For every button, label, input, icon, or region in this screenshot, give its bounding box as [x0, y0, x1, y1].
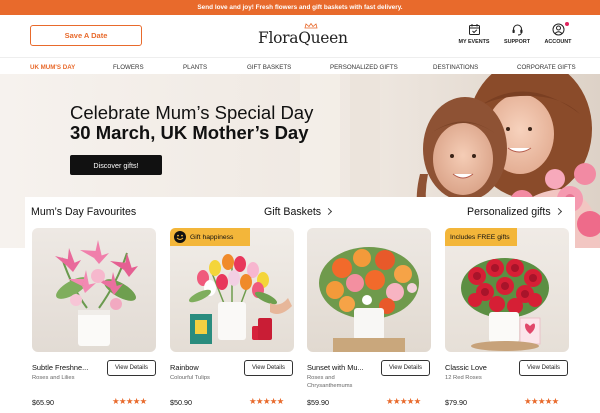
red-roses-illustration — [461, 258, 549, 351]
rating-stars: ★★★★★ — [249, 396, 284, 406]
notification-dot — [565, 22, 569, 26]
nav-uk-mums-day[interactable]: UK MUM'S DAY — [30, 64, 75, 71]
product-price: $59.90 — [307, 398, 329, 407]
rating-stars: ★★★★★ — [524, 396, 559, 406]
section-title: Mum’s Day Favourites — [31, 206, 137, 218]
product-image-sunset-with-mum[interactable] — [307, 228, 431, 352]
product-price: $65.90 — [32, 398, 54, 407]
product-price: $79.90 — [445, 398, 467, 407]
product-name[interactable]: Classic Love — [445, 363, 513, 372]
headset-icon — [512, 24, 522, 36]
account-label: ACCOUNT — [544, 39, 572, 45]
promo-bar: Send love and joy! Fresh flowers and gif… — [0, 0, 600, 15]
hero-heading-line2: 30 March, UK Mother’s Day — [70, 122, 309, 143]
view-details-button[interactable]: View Details — [519, 360, 568, 376]
product-name[interactable]: Subtle Freshne... — [32, 363, 100, 372]
product-name[interactable]: Rainbow — [170, 363, 238, 372]
nav-destinations[interactable]: DESTINATIONS — [433, 64, 478, 71]
my-events-link[interactable]: MY EVENTS — [454, 23, 494, 45]
my-events-label: MY EVENTS — [458, 39, 490, 45]
rating-stars: ★★★★★ — [112, 396, 147, 406]
section-title: Personalized gifts — [467, 206, 551, 218]
view-details-button[interactable]: View Details — [381, 360, 430, 376]
support-label: SUPPORT — [503, 39, 531, 45]
tulip-basket-illustration — [188, 254, 292, 344]
product-image-subtle-freshness[interactable] — [32, 228, 156, 352]
badge-text: Includes FREE gifts — [450, 233, 510, 241]
promo-text: Send love and joy! Fresh flowers and gif… — [197, 4, 403, 11]
chevron-right-icon — [325, 207, 333, 215]
nav-plants[interactable]: PLANTS — [183, 64, 207, 71]
calendar-icon — [468, 24, 480, 35]
save-a-date-button[interactable]: Save A Date — [30, 25, 142, 46]
badge-gift-happiness: Gift happiness — [170, 228, 250, 246]
section-personalized-gifts[interactable]: Personalized gifts — [467, 206, 562, 218]
product-price: $50.90 — [170, 398, 192, 407]
hero-heading-line1: Celebrate Mum’s Special Day — [70, 102, 314, 123]
support-link[interactable]: SUPPORT — [497, 23, 537, 45]
account-link[interactable]: ACCOUNT — [538, 22, 578, 45]
badge-text: Gift happiness — [190, 233, 234, 241]
product-image-classic-love[interactable] — [445, 228, 569, 352]
view-details-button[interactable]: View Details — [107, 360, 156, 376]
sunset-bouquet-illustration — [319, 247, 419, 352]
crown-icon — [304, 23, 318, 29]
section-title: Gift Baskets — [264, 206, 322, 218]
rating-stars: ★★★★★ — [386, 396, 421, 406]
product-subtitle: Roses and Lilies — [32, 375, 75, 381]
smiley-gift-icon — [174, 231, 186, 243]
nav-personalized-gifts[interactable]: PERSONALIZED GIFTS — [330, 64, 398, 71]
nav-corporate-gifts[interactable]: CORPORATE GIFTS — [517, 64, 576, 71]
product-subtitle: 12 Red Roses — [445, 375, 482, 381]
nav-flowers[interactable]: FLOWERS — [113, 64, 144, 71]
site-logo[interactable]: FloraQueen — [258, 29, 348, 47]
section-mums-day-favourites[interactable]: Mum’s Day Favourites — [31, 206, 136, 218]
product-subtitle: Roses and Chrysanthemums — [307, 375, 353, 389]
section-gift-baskets[interactable]: Gift Baskets — [264, 206, 333, 218]
view-details-button[interactable]: View Details — [244, 360, 293, 376]
chevron-right-icon — [554, 207, 562, 215]
user-icon — [552, 23, 564, 36]
lily-bouquet-illustration — [55, 240, 138, 346]
badge-includes-free-gifts: Includes FREE gifts — [445, 228, 517, 246]
product-name[interactable]: Sunset with Mu... — [307, 363, 375, 372]
nav-gift-baskets[interactable]: GIFT BASKETS — [247, 64, 291, 71]
product-image-rainbow[interactable] — [170, 228, 294, 352]
product-subtitle: Colourful Tulips — [170, 375, 210, 381]
site-header: Save A Date FloraQueen MY EVENTS SUPPORT — [0, 15, 600, 58]
discover-gifts-button[interactable]: Discover gifts! — [70, 155, 162, 175]
